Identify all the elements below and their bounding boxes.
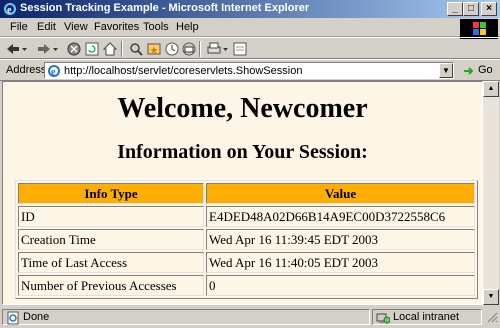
vertical-scrollbar[interactable]: ▲ ▼	[483, 81, 499, 305]
chevron-up-icon: ▲	[487, 85, 495, 92]
refresh-icon[interactable]	[84, 41, 100, 57]
menu-file[interactable]: File	[10, 21, 28, 33]
minimize-button[interactable]: _	[447, 2, 463, 16]
close-icon: ×	[486, 3, 492, 14]
maximize-button[interactable]: □	[463, 2, 479, 16]
go-icon	[462, 64, 476, 78]
column-header: Value	[206, 183, 475, 204]
stop-icon[interactable]	[66, 41, 82, 57]
page-icon: e	[47, 64, 61, 78]
address-bar: Address e http://localhost/servlet/cores…	[0, 59, 500, 81]
window-title: Session Tracking Example - Microsoft Int…	[20, 2, 310, 14]
resize-grip[interactable]	[484, 309, 498, 325]
forward-icon[interactable]	[36, 41, 52, 57]
address-label: Address	[6, 64, 47, 76]
info-type-cell: Number of Previous Accesses	[18, 275, 204, 296]
menu-view[interactable]: View	[64, 21, 88, 33]
menu-favorites[interactable]: Favorites	[94, 21, 139, 33]
go-label: Go	[478, 64, 493, 76]
back-icon[interactable]	[5, 41, 21, 57]
intranet-icon	[376, 311, 391, 325]
mail-icon[interactable]	[181, 41, 197, 57]
close-button[interactable]: ×	[481, 2, 497, 16]
table-row: Time of Last Access Wed Apr 16 11:40:05 …	[18, 252, 475, 273]
toolbar-separator	[199, 41, 201, 57]
svg-text:e: e	[7, 5, 12, 16]
zone-panel: Local intranet	[372, 309, 482, 325]
go-button[interactable]: Go	[460, 63, 496, 79]
page-done-icon	[6, 311, 20, 325]
ie-icon: e	[3, 2, 17, 16]
address-url: http://localhost/servlet/coreservlets.Sh…	[64, 65, 303, 77]
menu-edit[interactable]: Edit	[37, 21, 56, 33]
page-subheading: Information on Your Session:	[117, 141, 368, 163]
minimize-icon: _	[452, 3, 458, 14]
print-icon[interactable]	[206, 41, 222, 57]
table-row: Creation Time Wed Apr 16 11:39:45 EDT 20…	[18, 229, 475, 250]
page-content: Welcome, Newcomer Information on Your Se…	[3, 92, 482, 299]
search-icon[interactable]	[128, 41, 144, 57]
toolbar	[0, 37, 500, 59]
toolbar-separator	[121, 41, 123, 57]
windows-logo-icon	[460, 19, 498, 39]
chevron-down-icon: ▼	[487, 293, 495, 300]
table-row: ID E4DED48A02D66B14A9EC00D3722558C6	[18, 206, 475, 227]
menu-tools[interactable]: Tools	[143, 21, 169, 33]
value-cell: 0	[206, 275, 475, 296]
info-type-cell: ID	[18, 206, 204, 227]
status-panel: Done	[2, 309, 370, 325]
menu-bar: File Edit View Favorites Tools Help	[0, 18, 500, 37]
history-icon[interactable]	[164, 41, 180, 57]
page-viewport: Welcome, Newcomer Information on Your Se…	[2, 81, 483, 305]
svg-text:e: e	[51, 67, 56, 78]
table-header-row: Info Type Value	[18, 183, 475, 204]
status-bar: Done Local intranet	[0, 307, 500, 327]
value-cell: E4DED48A02D66B14A9EC00D3722558C6	[206, 206, 475, 227]
info-type-cell: Time of Last Access	[18, 252, 204, 273]
value-cell: Wed Apr 16 11:40:05 EDT 2003	[206, 252, 475, 273]
back-dropdown-icon[interactable]	[21, 41, 37, 57]
address-input[interactable]: e http://localhost/servlet/coreservlets.…	[44, 62, 454, 79]
favorites-icon[interactable]	[146, 41, 162, 57]
address-dropdown-button[interactable]: ▼	[439, 63, 453, 78]
status-text: Done	[23, 311, 50, 323]
info-type-cell: Creation Time	[18, 229, 204, 250]
maximize-icon: □	[467, 3, 475, 14]
table-row: Number of Previous Accesses 0	[18, 275, 475, 296]
scroll-down-button[interactable]: ▼	[483, 289, 499, 305]
zone-text: Local intranet	[393, 311, 460, 323]
chevron-down-icon: ▼	[442, 66, 450, 75]
page-heading: Welcome, Newcomer	[117, 93, 368, 124]
home-icon[interactable]	[102, 41, 118, 57]
edit-icon[interactable]	[232, 41, 248, 57]
column-header: Info Type	[18, 183, 204, 204]
scroll-up-button[interactable]: ▲	[483, 81, 499, 97]
session-info-table: Info Type Value ID E4DED48A02D66B14A9EC0…	[15, 180, 478, 299]
menu-help[interactable]: Help	[176, 21, 199, 33]
title-bar: e Session Tracking Example - Microsoft I…	[0, 0, 500, 18]
value-cell: Wed Apr 16 11:39:45 EDT 2003	[206, 229, 475, 250]
